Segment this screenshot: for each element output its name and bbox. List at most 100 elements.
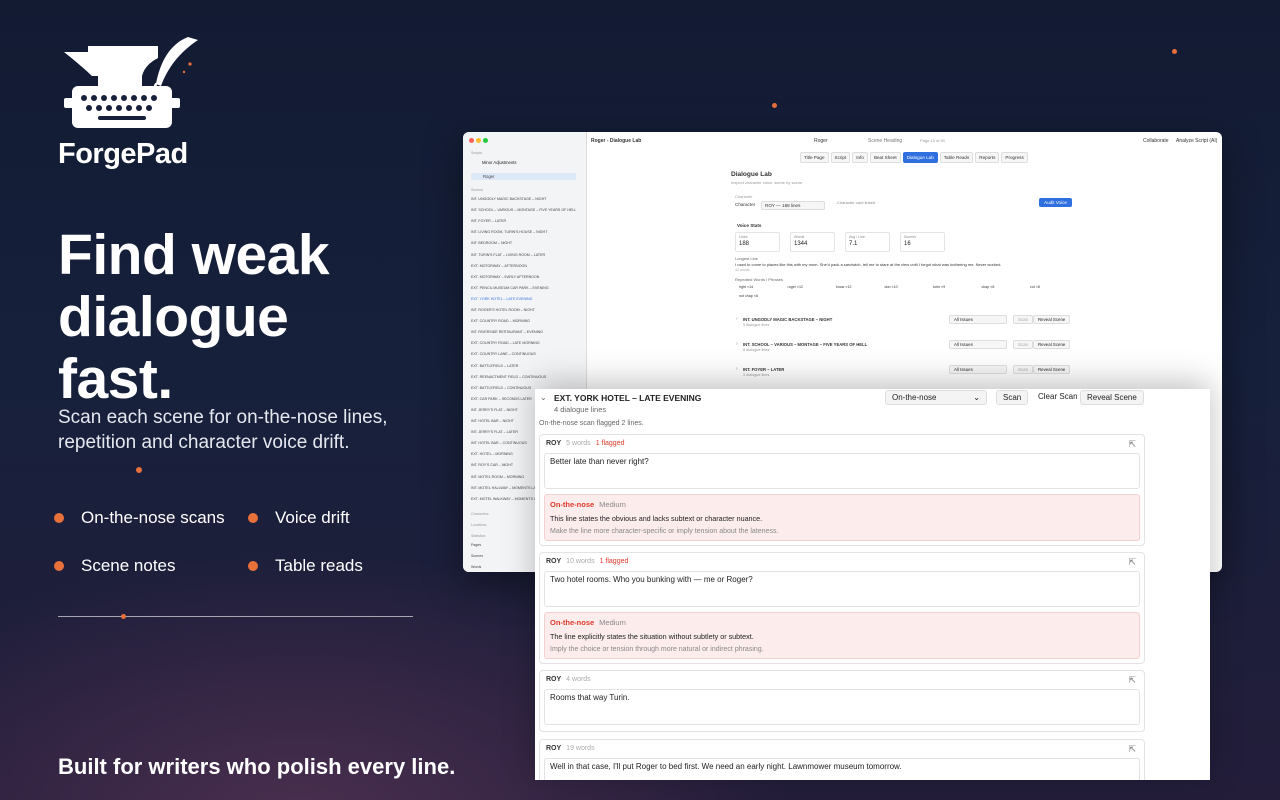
- scan-button[interactable]: Scan: [996, 390, 1029, 405]
- sidebar-item-scene[interactable]: INT. RIVERSIDE RESTAURANT – EVENING: [471, 330, 581, 334]
- issue-description: The line explicitly states the situation…: [550, 632, 754, 641]
- expand-icon[interactable]: ⇱: [1128, 675, 1136, 686]
- sidebar-item-scene[interactable]: EXT. COUNTRY ROAD – MORNING: [471, 319, 581, 323]
- chevron-right-icon[interactable]: ›: [736, 366, 738, 372]
- scan-button[interactable]: Scan: [1013, 365, 1034, 374]
- tab-title-page[interactable]: Title Page: [800, 152, 829, 163]
- clear-scan-button[interactable]: Clear Scan: [1032, 390, 1084, 405]
- issue-callout: On-the-nose Medium The line explicitly sta…: [544, 612, 1140, 659]
- accent-dot: [1172, 49, 1177, 54]
- sidebar-item-scene[interactable]: INT. TURIN'S FLAT – LIVING ROOM – LATER: [471, 253, 581, 257]
- collaborate-button[interactable]: Collaborate: [1143, 138, 1169, 144]
- reveal-scene-button[interactable]: Reveal Scene: [1080, 390, 1144, 405]
- feature-item: Table reads: [248, 556, 363, 576]
- character-name: ROY: [546, 558, 562, 565]
- issue-filter-dropdown[interactable]: All Issues: [949, 315, 1007, 324]
- voice-stat-value: 188: [739, 241, 750, 247]
- character-dropdown[interactable]: ROY — 188 lines: [761, 201, 825, 210]
- voice-stat-label: Avg / Line: [849, 235, 865, 239]
- sidebar-item-scene[interactable]: EXT. PENCIL MUSEUM CAR PARK – EVENING: [471, 286, 581, 290]
- tab-table-reads[interactable]: Table Reads: [939, 152, 974, 163]
- zoom-window-button[interactable]: [483, 138, 488, 143]
- issue-severity: Medium: [599, 500, 626, 509]
- tab-dialogue-lab[interactable]: Dialogue Lab: [902, 152, 938, 163]
- scan-button[interactable]: Scan: [1013, 340, 1034, 349]
- audit-voice-button[interactable]: Audit Voice: [1039, 198, 1072, 207]
- tab-info[interactable]: Info: [852, 152, 868, 163]
- divider: [58, 616, 413, 617]
- repeated-phrase: cut ×8: [1030, 285, 1040, 289]
- dialogue-line-field[interactable]: Well in that case, I'll put Roger to bed…: [544, 758, 1140, 780]
- issue-type: On-the-nose Medium: [550, 500, 1134, 509]
- voice-stat: Words 1344: [790, 232, 835, 252]
- analyze-script-button[interactable]: Analyze Script (AI): [1176, 138, 1217, 144]
- reveal-scene-button[interactable]: Reveal Scene: [1033, 365, 1071, 374]
- sidebar-item-scene[interactable]: EXT. REENACTMENT FIELD – CONTINUOUS: [471, 375, 581, 379]
- expand-icon[interactable]: ⇱: [1128, 744, 1136, 755]
- expand-icon[interactable]: ⇱: [1128, 439, 1136, 450]
- chevron-down-icon[interactable]: ⌄: [540, 393, 547, 402]
- voice-stat-label: Scenes: [904, 235, 916, 239]
- scene-heading-select[interactable]: Scene Heading: [868, 138, 902, 144]
- sidebar-item-scene[interactable]: INT. ROGER'S HOTEL ROOM – NIGHT: [471, 308, 581, 312]
- sidebar-section-scripts[interactable]: Scripts: [471, 151, 581, 155]
- dialogue-line-field[interactable]: Two hotel rooms. Who you bunking with — …: [544, 571, 1140, 607]
- issue-filter-dropdown[interactable]: All Issues: [949, 340, 1007, 349]
- scene-heading: INT. FOYER – LATER: [743, 367, 785, 372]
- word-count: 4 words: [566, 676, 591, 683]
- bullet-icon: [248, 513, 258, 523]
- sidebar-section-scenes[interactable]: Scenes: [471, 188, 581, 192]
- sidebar-item-scene[interactable]: INT. UNGODLY MAGIC BACKSTAGE – NIGHT: [471, 197, 581, 201]
- voice-stat: Lines 188: [735, 232, 780, 252]
- issue-suggestion: Imply the choice or tension through more…: [550, 646, 764, 653]
- issue-filter-dropdown[interactable]: On-the-nose ⌄: [885, 390, 987, 405]
- dialogue-line-field[interactable]: Better late than never right?: [544, 453, 1140, 489]
- chevron-right-icon[interactable]: ›: [736, 341, 738, 347]
- close-window-button[interactable]: [469, 138, 474, 143]
- issue-type-label: On-the-nose: [550, 500, 595, 509]
- repeated-phrase: don ×10: [884, 285, 898, 289]
- sidebar-item-scene[interactable]: EXT. COUNTRY ROAD – LATE MORNING: [471, 341, 581, 345]
- tab-beat-sheet[interactable]: Beat Sheet: [869, 152, 901, 163]
- sidebar-item-scene[interactable]: EXT. COUNTRY LANE – CONTINUOUS: [471, 352, 581, 356]
- sidebar-item-script[interactable]: Minor Adjustments: [482, 160, 592, 165]
- issue-filter-dropdown[interactable]: All Issues: [949, 365, 1007, 374]
- sidebar-item-scene[interactable]: INT. LIVING ROOM, TURIN'S HOUSE – NIGHT: [471, 230, 581, 234]
- sidebar-item-scene[interactable]: EXT. MOTORWAY – AFTERNOON: [471, 264, 581, 268]
- voice-stat: Avg / Line 7.1: [845, 232, 890, 252]
- scene-heading: INT. UNGODLY MAGIC BACKSTAGE – NIGHT: [743, 317, 833, 322]
- sidebar-item-scene[interactable]: INT. SCHOOL – VARIOUS – MONTAGE – FIVE Y…: [471, 208, 581, 212]
- scene-scan-panel: ⌄ EXT. YORK HOTEL – LATE EVENING 4 dialo…: [535, 389, 1210, 780]
- character-name: ROY: [546, 440, 562, 447]
- tab-script[interactable]: Script: [830, 152, 851, 163]
- dialogue-card-header: ROY 10 words 1 flagged: [546, 558, 628, 565]
- sidebar-item-script[interactable]: Roger: [471, 173, 576, 180]
- lab-subtitle: Inspect character voice, scene by scene: [731, 180, 803, 185]
- tab-bar: Title Page Script Info Beat Sheet Dialogue L…: [800, 152, 1028, 163]
- reveal-scene-button[interactable]: Reveal Scene: [1033, 340, 1071, 349]
- sidebar-item-scene[interactable]: INT. BEDROOM – NIGHT: [471, 241, 581, 245]
- character-select[interactable]: Roger: [814, 138, 828, 144]
- feature-item: Scene notes: [54, 556, 176, 576]
- dialogue-line-field[interactable]: Rooms that way Turin.: [544, 689, 1140, 725]
- scan-button[interactable]: Scan: [1013, 315, 1034, 324]
- sidebar-item-scene[interactable]: INT. FOYER – LATER: [471, 219, 581, 223]
- sidebar-item-scene[interactable]: EXT. MOTORWAY – EARLY AFTERNOON: [471, 275, 581, 279]
- chevron-right-icon[interactable]: ›: [736, 316, 738, 322]
- tab-reports[interactable]: Reports: [975, 152, 1000, 163]
- scene-line-count: 3 dialogue lines: [743, 373, 770, 377]
- sidebar-item-scene[interactable]: EXT. BATTLEFIELD – LATER: [471, 364, 581, 368]
- sidebar-item-scene[interactable]: EXT. YORK HOTEL – LATE EVENING: [471, 297, 581, 301]
- minimize-window-button[interactable]: [476, 138, 481, 143]
- character-field-label: Character: [735, 202, 756, 207]
- issue-type: On-the-nose Medium: [550, 618, 1134, 627]
- longest-line-label: Longest Line: [735, 256, 758, 261]
- page-indicator: Page 13 of 90: [920, 138, 945, 143]
- hero-subtitle: Scan each scene for on-the-nose lines, r…: [58, 407, 388, 453]
- tab-progress[interactable]: Progress: [1001, 152, 1028, 163]
- dialogue-card: ROY 5 words 1 flagged ⇱ Better late than nev…: [539, 434, 1145, 546]
- repeated-phrase: turin ×9: [933, 285, 946, 289]
- reveal-scene-button[interactable]: Reveal Scene: [1033, 315, 1071, 324]
- expand-icon[interactable]: ⇱: [1128, 557, 1136, 568]
- scene-heading: EXT. YORK HOTEL – LATE EVENING: [554, 393, 702, 403]
